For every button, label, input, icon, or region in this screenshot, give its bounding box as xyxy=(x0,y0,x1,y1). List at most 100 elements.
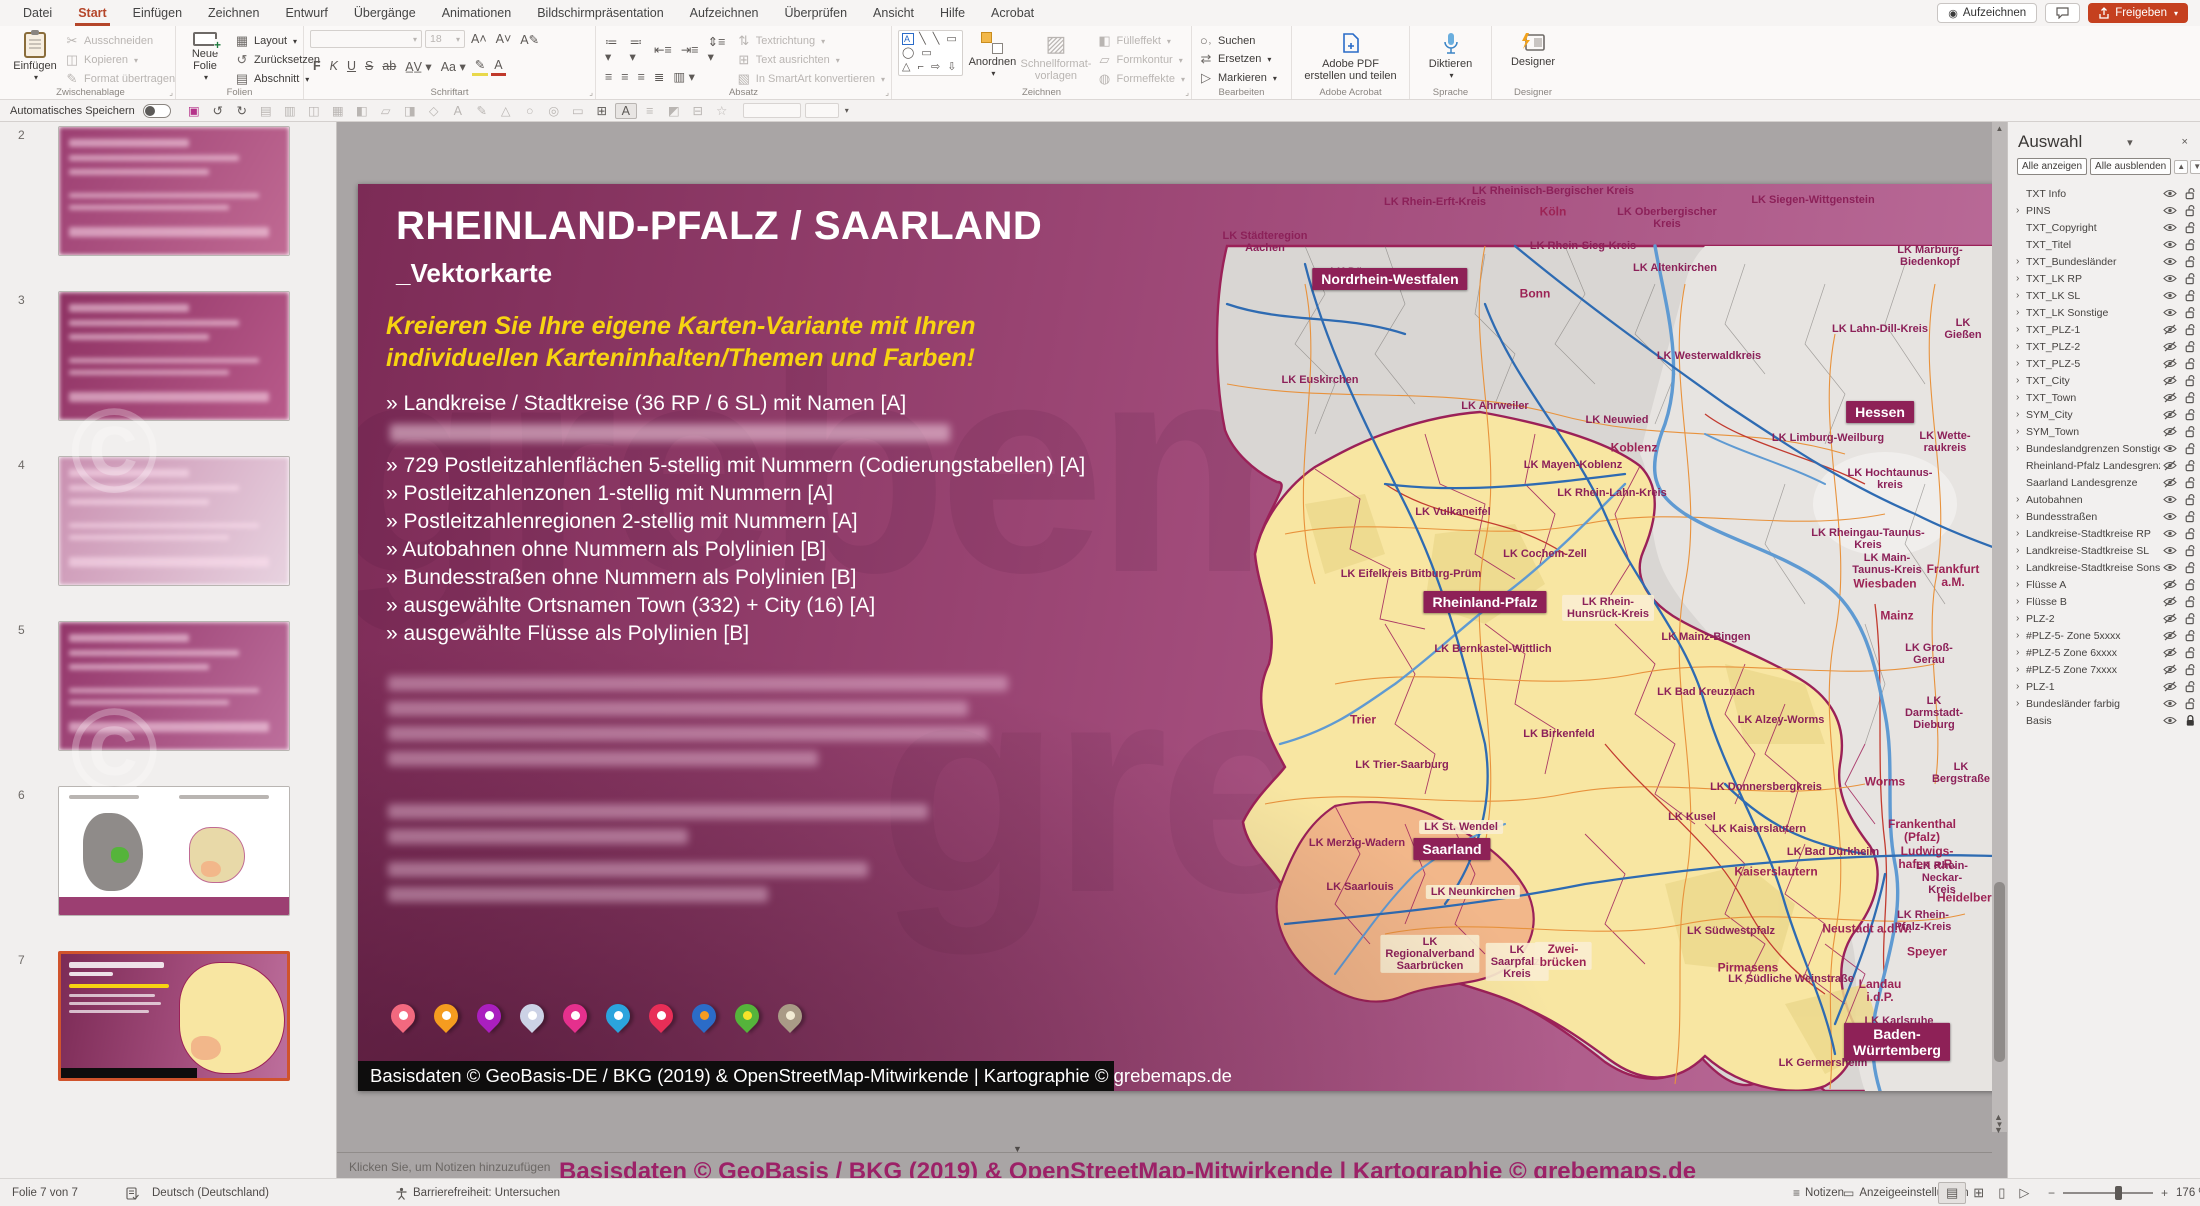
remove-row-icon[interactable]: ⊟ xyxy=(687,103,709,118)
layer-item[interactable]: ›SYM_Town xyxy=(2008,423,2200,440)
visibility-hidden-icon[interactable] xyxy=(2160,596,2180,607)
ribbon-tab-bildschirmpräsentation[interactable]: Bildschirmpräsentation xyxy=(524,0,676,26)
ribbon-tab-start[interactable]: Start xyxy=(65,0,119,26)
layer-name[interactable]: Saarland Landesgrenze xyxy=(2024,477,2160,489)
visibility-eye-icon[interactable] xyxy=(2160,273,2180,284)
slide-tagline[interactable]: Kreieren Sie Ihre eigene Karten-Variante… xyxy=(386,310,1106,374)
lock-open-icon[interactable] xyxy=(2180,544,2200,557)
slide-thumbnail-3[interactable]: 3 xyxy=(58,291,290,421)
rectangle-shape-icon[interactable]: ▭ xyxy=(567,103,589,118)
visibility-eye-icon[interactable] xyxy=(2160,562,2180,573)
layer-item[interactable]: ›Flüsse A xyxy=(2008,576,2200,593)
ribbon-tab-ansicht[interactable]: Ansicht xyxy=(860,0,927,26)
lock-open-icon[interactable] xyxy=(2180,629,2200,642)
autosave-toggle[interactable] xyxy=(143,104,171,118)
expand-chevron-icon[interactable]: › xyxy=(2008,596,2024,607)
dialog-launcher-icon[interactable]: ⌟ xyxy=(169,88,173,97)
dialog-launcher-icon[interactable]: ⌟ xyxy=(885,88,889,97)
slide-thumbnail-5[interactable]: 5 xyxy=(58,621,290,751)
pane-dropdown-icon[interactable]: ▾ xyxy=(2123,136,2137,149)
layer-name[interactable]: Bundeslandgrenzen Sonstige xyxy=(2024,443,2160,455)
ribbon-tab-einfügen[interactable]: Einfügen xyxy=(120,0,195,26)
layer-item[interactable]: ›TXT_Titel xyxy=(2008,236,2200,253)
accessibility-checker[interactable]: Barrierefreiheit: Untersuchen xyxy=(395,1179,560,1206)
font-size-combobox[interactable]: 18▾ xyxy=(425,30,465,48)
zoom-slider-thumb[interactable] xyxy=(2115,1186,2122,1200)
expand-chevron-icon[interactable]: › xyxy=(2008,545,2024,556)
visibility-hidden-icon[interactable] xyxy=(2160,392,2180,403)
layer-item[interactable]: ›TXT_City xyxy=(2008,372,2200,389)
paste-icon[interactable]: ▤ xyxy=(255,103,277,118)
shrink-font-button[interactable]: A˅ xyxy=(493,31,515,47)
ribbon-tab-hilfe[interactable]: Hilfe xyxy=(927,0,978,26)
text-box-icon[interactable]: A xyxy=(615,103,637,119)
layer-item[interactable]: ›#PLZ-5 Zone 6xxxx xyxy=(2008,644,2200,661)
circle-shape-icon[interactable]: ○ xyxy=(519,104,541,118)
move-down-button[interactable]: ▼ xyxy=(2190,160,2200,174)
lock-open-icon[interactable] xyxy=(2180,493,2200,506)
layer-item[interactable]: ›TXT_Town xyxy=(2008,389,2200,406)
layer-item[interactable]: ›TXT_PLZ-2 xyxy=(2008,338,2200,355)
increase-indent-button[interactable]: ⇥≡ xyxy=(678,41,702,58)
decrease-indent-button[interactable]: ⇤≡ xyxy=(651,41,675,58)
layer-item[interactable]: ›Rheinland-Pfalz Landesgrenze xyxy=(2008,457,2200,474)
layer-name[interactable]: TXT_Copyright xyxy=(2024,222,2160,234)
qat-more-icon[interactable]: ▾ xyxy=(845,106,849,115)
ribbon-tab-zeichnen[interactable]: Zeichnen xyxy=(195,0,272,26)
designer-button[interactable]: Designer xyxy=(1506,30,1560,85)
copy-format-icon[interactable]: ▥ xyxy=(279,103,301,118)
layer-item[interactable]: ›TXT_LK Sonstige xyxy=(2008,304,2200,321)
copy-button[interactable]: ◫Kopieren ▾ xyxy=(64,52,175,68)
star-shape-icon[interactable]: ☆ xyxy=(711,103,733,118)
line-spacing-button[interactable]: ⇕≡ ▾ xyxy=(705,33,730,65)
previous-slide-icon[interactable]: ▲ xyxy=(1994,1112,2003,1122)
lock-open-icon[interactable] xyxy=(2180,306,2200,319)
expand-chevron-icon[interactable]: › xyxy=(2008,443,2024,454)
layer-name[interactable]: TXT_PLZ-2 xyxy=(2024,341,2160,353)
lock-open-icon[interactable] xyxy=(2180,697,2200,710)
layer-item[interactable]: ›PLZ-1 xyxy=(2008,678,2200,695)
lock-open-icon[interactable] xyxy=(2180,476,2200,489)
layer-item[interactable]: ›Bundesländer farbig xyxy=(2008,695,2200,712)
subscript-button[interactable]: ab xyxy=(379,58,399,74)
zoom-out-button[interactable]: − xyxy=(2048,1186,2055,1200)
layer-item[interactable]: ›Bundesstraßen xyxy=(2008,508,2200,525)
lock-open-icon[interactable] xyxy=(2180,374,2200,387)
layer-name[interactable]: TXT Info xyxy=(2024,188,2160,200)
layer-name[interactable]: TXT_Bundesländer xyxy=(2024,256,2160,268)
lock-open-icon[interactable] xyxy=(2180,357,2200,370)
visibility-eye-icon[interactable] xyxy=(2160,494,2180,505)
underline-button[interactable]: U xyxy=(344,58,359,74)
expand-chevron-icon[interactable]: › xyxy=(2008,494,2024,505)
pane-close-icon[interactable]: × xyxy=(2178,136,2192,148)
ribbon-tab-überprüfen[interactable]: Überprüfen xyxy=(771,0,860,26)
shape-effects-button[interactable]: ◍Formeffekte ▾ xyxy=(1096,71,1185,87)
visibility-eye-icon[interactable] xyxy=(2160,256,2180,267)
visibility-hidden-icon[interactable] xyxy=(2160,460,2180,471)
lock-open-icon[interactable] xyxy=(2180,255,2200,268)
font-name-combobox[interactable]: ▾ xyxy=(310,30,422,48)
find-button[interactable]: ○˒Suchen xyxy=(1198,33,1277,48)
expand-chevron-icon[interactable]: › xyxy=(2008,664,2024,675)
layer-name[interactable]: Landkreise-Stadtkreise SL xyxy=(2024,545,2160,557)
layer-name[interactable]: TXT_PLZ-1 xyxy=(2024,324,2160,336)
layer-name[interactable]: #PLZ-5 Zone 6xxxx xyxy=(2024,647,2160,659)
format-painter-button[interactable]: ✎Format übertragen xyxy=(64,71,175,87)
draw-icon[interactable]: ✎ xyxy=(471,103,493,118)
layer-name[interactable]: TXT_Town xyxy=(2024,392,2160,404)
visibility-eye-icon[interactable] xyxy=(2160,511,2180,522)
slide-sorter-view-button[interactable]: ⊞ xyxy=(1966,1183,1991,1203)
zoom-in-button[interactable]: + xyxy=(2161,1186,2168,1200)
layer-item[interactable]: ›#PLZ-5- Zone 5xxxx xyxy=(2008,627,2200,644)
ribbon-tab-entwurf[interactable]: Entwurf xyxy=(272,0,340,26)
layer-item[interactable]: ›SYM_City xyxy=(2008,406,2200,423)
qat-style-combobox[interactable] xyxy=(743,103,801,118)
align-text-icon[interactable]: ≡ xyxy=(639,104,661,118)
table-icon[interactable]: ▦ xyxy=(327,103,349,118)
italic-button[interactable]: K xyxy=(327,58,341,74)
target-icon[interactable]: ◎ xyxy=(543,103,565,118)
layer-name[interactable]: TXT_City xyxy=(2024,375,2160,387)
visibility-eye-icon[interactable] xyxy=(2160,290,2180,301)
expand-chevron-icon[interactable]: › xyxy=(2008,205,2024,216)
visibility-hidden-icon[interactable] xyxy=(2160,579,2180,590)
